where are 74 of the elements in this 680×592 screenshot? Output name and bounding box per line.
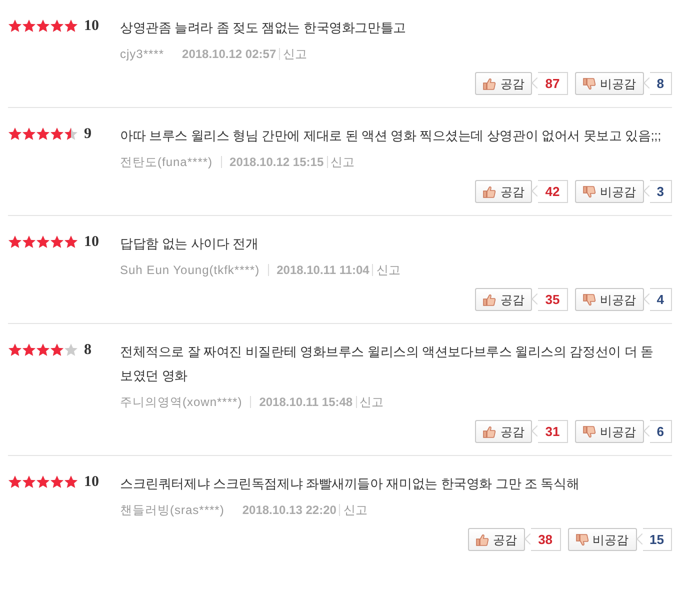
author-name: Suh Eun Young(tkfk****): [120, 262, 260, 278]
review-date: 2018.10.12 02:57: [182, 46, 276, 62]
review-date: 2018.10.12 15:15: [230, 154, 324, 170]
star-icon: [50, 475, 64, 489]
review-text: 상영관좀 늘려라 좀 젖도 잼없는 한국영화그만틀고: [120, 19, 407, 37]
rating-score: 10: [84, 19, 99, 34]
like-button[interactable]: 공감: [475, 288, 532, 311]
star-icon: [64, 475, 78, 489]
review-text: 전체적으로 잘 짜여진 비질란테 영화브루스 윌리스의 액션보다브루스 윌리스의 감정선이 더 돋보였던 영화: [120, 343, 654, 385]
thumbs-up-icon: [483, 426, 496, 438]
star-icon: [8, 127, 22, 141]
thumbs-down-icon: [582, 426, 596, 438]
star-icon: [36, 235, 50, 249]
star-icon: [8, 475, 22, 489]
review-text: 스크린쿼터제냐 스크린독점제냐 좌빨새끼들아 재미없는 한국영화 그만 조 독식해: [120, 475, 580, 493]
star-icon: [64, 235, 78, 249]
like-button[interactable]: 공감: [475, 72, 532, 95]
author-name: 챈들러빙(sras****): [120, 502, 224, 518]
star-icon: [8, 343, 22, 357]
review-date: 2018.10.11 15:48: [259, 394, 353, 410]
star-icon: [36, 19, 50, 33]
star-icon: [64, 19, 78, 33]
thumbs-down-icon: [582, 78, 596, 90]
review-text: 답답함 없는 사이다 전개: [120, 235, 260, 253]
star-icon: [8, 19, 22, 33]
author-name: 전탄도(funa****): [120, 154, 213, 170]
thumbs-up-icon: [483, 186, 496, 198]
star-icon: [36, 127, 50, 141]
like-count: 35: [538, 288, 568, 311]
star-icon: [8, 235, 22, 249]
author-name: 주니의영역(xown****): [120, 394, 242, 410]
dislike-button[interactable]: 비공감: [568, 528, 637, 551]
review-text: 아따 브루스 윌리스 형님 간만에 제대로 된 액션 영화 찍으셨는데 상영관이 없어서 못보고 있음;;;: [120, 127, 662, 145]
review-date: 2018.10.11 11:04: [276, 262, 370, 278]
star-icon: [22, 127, 36, 141]
like-count: 31: [538, 420, 568, 443]
rating-score: 8: [84, 343, 92, 358]
thumbs-down-icon: [582, 294, 596, 306]
like-count: 38: [531, 528, 561, 551]
dislike-button[interactable]: 비공감: [574, 288, 644, 311]
star-icon: [36, 343, 50, 357]
dislike-button[interactable]: 비공감: [574, 72, 644, 95]
like-button[interactable]: 공감: [475, 420, 532, 443]
like-button[interactable]: 공감: [475, 180, 532, 203]
like-count: 42: [538, 180, 568, 203]
rating-score: 9: [84, 127, 92, 142]
like-count: 87: [538, 72, 568, 95]
dislike-button[interactable]: 비공감: [574, 180, 644, 203]
rating-score: 10: [84, 235, 99, 250]
rating-score: 10: [84, 475, 99, 490]
star-icon: [36, 475, 50, 489]
thumbs-up-icon: [483, 78, 496, 90]
star-icon: [22, 235, 36, 249]
star-icon: [50, 19, 64, 33]
half-star-icon: [64, 127, 78, 141]
author-name: cjy3****: [120, 46, 164, 62]
dislike-button[interactable]: 비공감: [574, 420, 644, 443]
dislike-count: 6: [650, 420, 672, 443]
thumbs-up-icon: [483, 294, 496, 306]
star-icon: [50, 235, 64, 249]
star-icon: [22, 343, 36, 357]
thumbs-up-icon: [476, 534, 490, 546]
dislike-count: 8: [650, 72, 672, 95]
star-icon: [50, 343, 64, 357]
dislike-count: 15: [642, 528, 672, 551]
star-icon: [50, 127, 64, 141]
star-icon: [22, 19, 36, 33]
star-icon: [22, 475, 36, 489]
like-button[interactable]: 공감: [468, 528, 526, 551]
review-date: 2018.10.13 22:20: [242, 502, 336, 518]
dislike-count: 3: [650, 180, 672, 203]
thumbs-down-icon: [582, 186, 596, 198]
dislike-count: 4: [650, 288, 672, 311]
thumbs-down-icon: [576, 534, 589, 546]
